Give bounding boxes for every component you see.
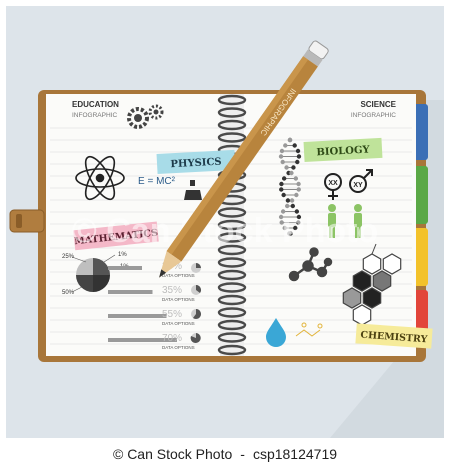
- dna-node: [284, 165, 289, 170]
- bar-caption: DATA OPTIONS: [162, 321, 195, 326]
- xy-label: XY: [353, 182, 363, 189]
- hexagon-shape: [342, 287, 362, 309]
- dna-node: [292, 143, 297, 148]
- watermark-text: © Can Stock Photo: [72, 212, 379, 250]
- right-heading: SCIENCE: [360, 100, 396, 109]
- bar-percent: 55%: [162, 309, 182, 320]
- hexagon-shape: [352, 304, 372, 326]
- infographic-canvas: EDUCATION INFOGRAPHIC PHYSICS E = MC² MA…: [6, 6, 444, 438]
- progress-bar: [108, 290, 153, 294]
- dna-node: [281, 176, 287, 181]
- dna-node: [285, 198, 291, 203]
- dna-node: [283, 143, 288, 148]
- bar-percent: 70%: [162, 333, 182, 344]
- biology-tag: BIOLOGY: [303, 137, 383, 162]
- dna-node: [296, 181, 301, 187]
- hexagon-shape: [372, 270, 392, 292]
- hexagon-shape: [382, 253, 402, 275]
- formula-text: E = MC²: [138, 176, 176, 187]
- bar-percent: 35%: [162, 285, 182, 296]
- bar-caption: DATA OPTIONS: [162, 273, 195, 278]
- footer-bar: © Can Stock Photo - csp18124719: [0, 438, 450, 470]
- dna-node: [290, 203, 296, 209]
- dna-node: [293, 176, 299, 181]
- dna-node: [287, 137, 293, 143]
- pie-label-2: 1%: [118, 252, 127, 258]
- dna-node: [279, 148, 285, 154]
- progress-bar: [108, 266, 142, 270]
- hexagon-shape: [362, 287, 382, 309]
- dna-node: [296, 187, 301, 192]
- dna-node: [279, 187, 284, 192]
- left-subheading: INFOGRAPHIC: [72, 112, 117, 119]
- dna-node: [295, 159, 300, 165]
- dna-node: [291, 165, 296, 170]
- dna-node: [278, 154, 284, 159]
- xx-label: XX: [328, 180, 338, 187]
- left-heading: EDUCATION: [72, 100, 119, 109]
- footer-separator: -: [240, 446, 245, 462]
- dna-node: [281, 192, 286, 198]
- hexagon-shape: [352, 270, 372, 292]
- pie-label-4: 50%: [62, 290, 75, 296]
- dna-node: [280, 159, 285, 165]
- notebook-strap: [9, 209, 45, 233]
- dna-node: [284, 203, 290, 209]
- dna-node: [289, 198, 295, 203]
- strap-button: [16, 214, 22, 228]
- dna-node: [289, 170, 294, 176]
- dna-node: [295, 148, 301, 154]
- hexagon-shape: [362, 253, 382, 275]
- bar-caption: DATA OPTIONS: [162, 297, 195, 302]
- dna-node: [294, 192, 299, 198]
- progress-bar: [108, 314, 167, 318]
- dna-node: [296, 154, 302, 159]
- pie-chart: [76, 258, 110, 292]
- dna-node: [279, 181, 284, 187]
- right-subheading: INFOGRAPHIC: [351, 112, 396, 119]
- footer-image-id: csp18124719: [252, 446, 338, 462]
- bar-caption: DATA OPTIONS: [162, 345, 195, 350]
- footer-copyright: © Can Stock Photo: [112, 446, 233, 462]
